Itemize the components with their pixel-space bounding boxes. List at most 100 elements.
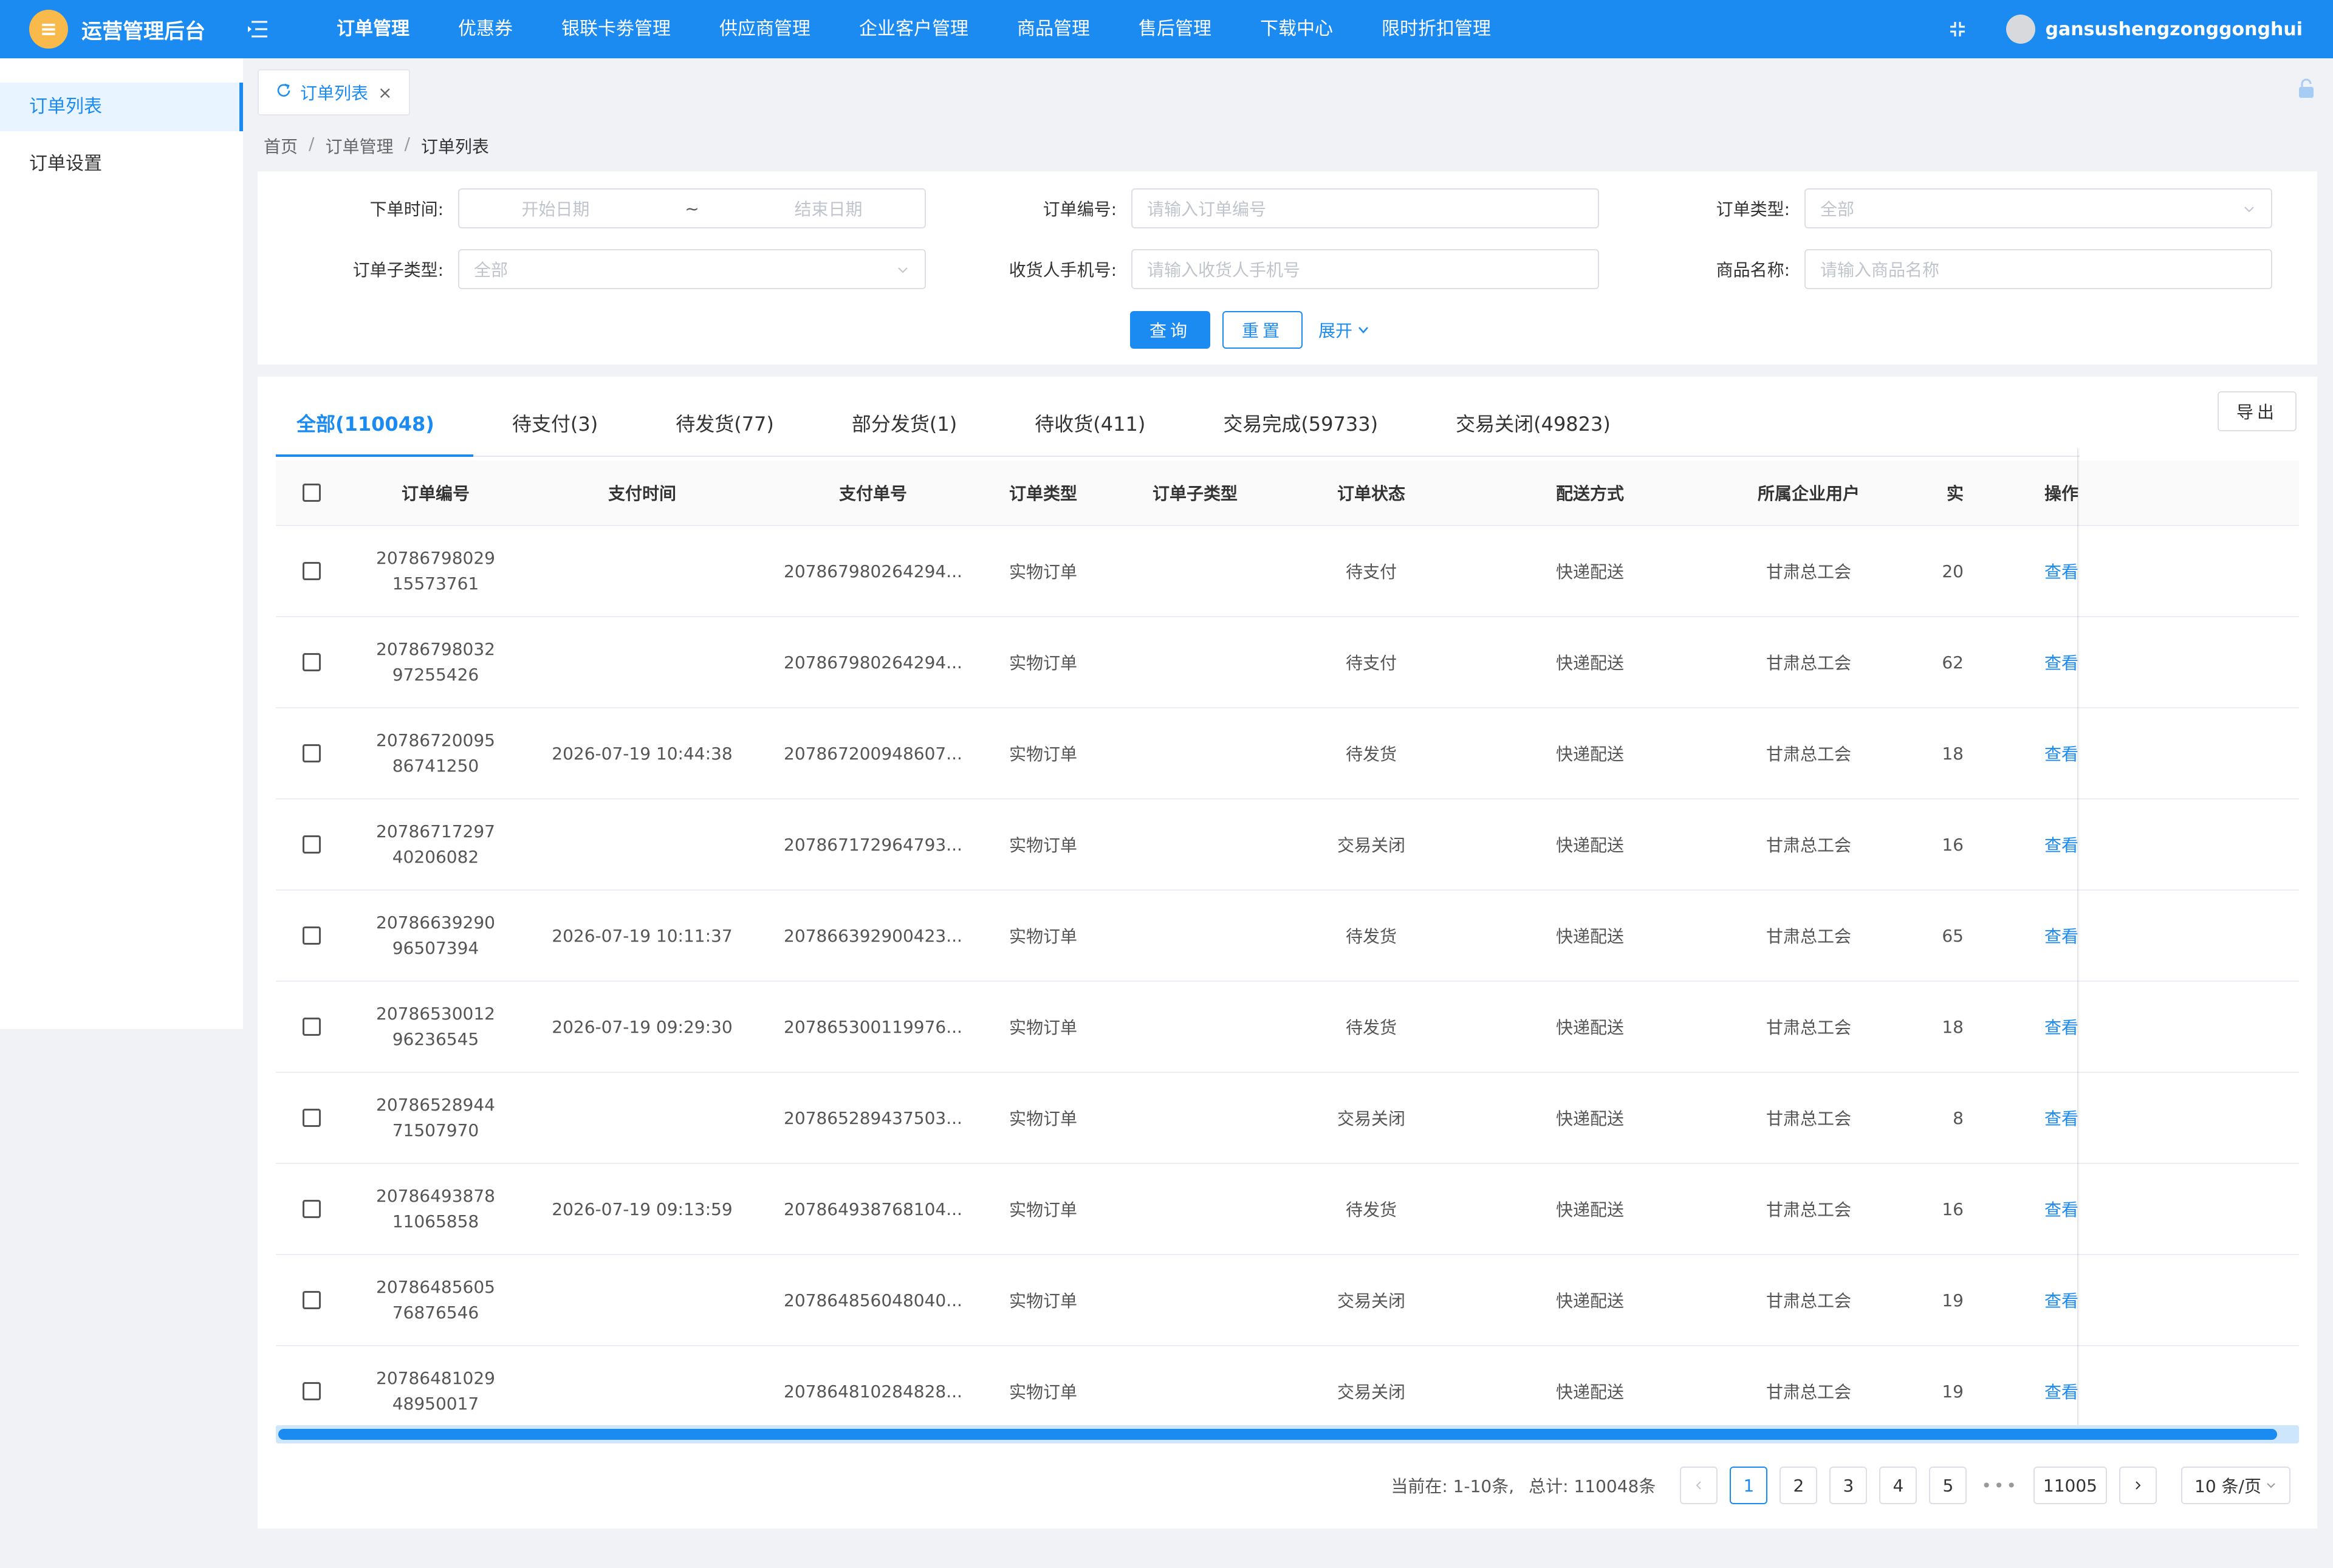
view-order-link[interactable]: 查看 [2044,835,2078,855]
expand-link[interactable]: 展开 [1318,318,1371,342]
header-operation: 操作 [2044,484,2078,504]
lock-icon[interactable] [2297,78,2321,102]
status-tab-4[interactable]: 待收货(411) [1035,392,1184,456]
row-checkbox[interactable] [303,653,321,671]
nav-item-6[interactable]: 售后管理 [1114,0,1236,58]
pay-time-cell: 2026-07-19 09:13:59 [552,1199,733,1219]
close-icon[interactable]: × [378,83,392,103]
row-checkbox[interactable] [303,835,321,854]
status-tab-0[interactable]: 全部(110048) [276,392,473,457]
fullscreen-icon[interactable] [1945,17,1970,41]
view-order-link[interactable]: 查看 [2044,926,2078,947]
app-title: 运营管理后台 [81,19,205,44]
avatar[interactable] [2006,15,2036,44]
header-company: 所属企业用户 [1757,484,1860,504]
row-checkbox[interactable] [303,744,321,762]
nav-item-4[interactable]: 企业客户管理 [835,0,993,58]
order-type-select[interactable]: 全部 [1804,188,2272,228]
view-order-link[interactable]: 查看 [2044,1018,2078,1038]
status-tab-1[interactable]: 待支付(3) [512,392,637,456]
row-checkbox[interactable] [303,1109,321,1127]
receiver-phone-input[interactable]: 请输入收货人手机号 [1131,249,1599,289]
row-checkbox[interactable] [303,1382,321,1400]
view-order-link[interactable]: 查看 [2044,1200,2078,1220]
nav-item-8[interactable]: 限时折扣管理 [1357,0,1515,58]
status-tab-2[interactable]: 待发货(77) [676,392,813,456]
table-row: 2078652894471507970 207865289437503... 实物订… [276,1073,2299,1164]
horizontal-scrollbar[interactable] [276,1425,2299,1443]
product-name-input[interactable]: 请输入商品名称 [1804,249,2272,289]
nav-item-7[interactable]: 下载中心 [1236,0,1357,58]
status-tab-5[interactable]: 交易完成(59733) [1223,392,1417,456]
row-checkbox-cell [276,1382,348,1400]
breadcrumb-order-mgmt[interactable]: 订单管理 [325,134,393,158]
pay-no-cell: 207867200948607... [784,743,962,764]
menu-toggle-icon[interactable] [245,17,270,41]
nav-item-1[interactable]: 优惠券 [434,0,537,58]
status-cell: 交易关闭 [1337,1291,1405,1311]
next-page-button[interactable] [2119,1467,2157,1504]
end-date-placeholder: 结束日期 [794,199,863,219]
page-button-5[interactable]: 5 [1929,1467,1967,1504]
order-type-cell: 实物订单 [1009,1200,1077,1220]
view-order-link[interactable]: 查看 [2044,1382,2078,1402]
company-cell: 甘肃总工会 [1766,744,1851,764]
operation-cell: 查看 [1964,1197,2159,1221]
row-checkbox[interactable] [303,1018,321,1036]
table-row: 2078648560576876546 207864856048040... 实物订… [276,1255,2299,1346]
row-checkbox[interactable] [303,562,321,580]
select-all-checkbox[interactable] [303,484,321,502]
sidebar-item-order-settings[interactable]: 订单设置 [0,140,243,188]
nav-item-2[interactable]: 银联卡劵管理 [537,0,695,58]
amount-cell: 16 [1942,834,1964,855]
view-order-link[interactable]: 查看 [2044,653,2078,673]
page-button-2[interactable]: 2 [1780,1467,1818,1504]
view-order-link[interactable]: 查看 [2044,562,2078,582]
delivery-cell: 快递配送 [1555,1200,1624,1220]
amount-cell: 20 [1942,561,1964,581]
amount-cell: 19 [1942,1381,1964,1402]
page-tab-label: 订单列表 [300,83,369,103]
row-checkbox[interactable] [303,926,321,945]
operation-cell: 查看 [1964,923,2159,948]
scrollbar-thumb[interactable] [278,1429,2277,1440]
more-pages-icon[interactable]: ••• [1981,1476,2019,1496]
username[interactable]: gansushengzonggonghui [2045,19,2303,40]
status-cell: 待发货 [1345,744,1397,764]
query-button[interactable]: 查询 [1130,311,1211,349]
order-date-range-picker[interactable]: 开始日期 ~ 结束日期 [458,188,926,228]
app-logo: ≡ [29,10,68,49]
chevron-left-icon [1696,1481,1702,1490]
row-checkbox[interactable] [303,1291,321,1309]
refresh-icon[interactable] [276,83,292,103]
order-subtype-select[interactable]: 全部 [458,249,926,289]
status-tab-6[interactable]: 交易关闭(49823) [1456,392,1650,456]
row-checkbox-cell [276,1200,348,1218]
view-order-link[interactable]: 查看 [2044,1109,2078,1129]
page-tab-order-list[interactable]: 订单列表 × [258,69,411,115]
pager-range-text: 当前在: 1-10条, [1391,1476,1515,1496]
header-order-type: 订单类型 [1009,484,1077,504]
export-button[interactable]: 导出 [2218,391,2297,431]
breadcrumb-home[interactable]: 首页 [264,134,298,158]
nav-item-5[interactable]: 商品管理 [993,0,1114,58]
amount-cell: 65 [1942,925,1964,946]
row-checkbox-cell [276,1291,348,1309]
sidebar-item-order-list[interactable]: 订单列表 [0,83,243,131]
order-no-input[interactable]: 请输入订单编号 [1131,188,1599,228]
prev-page-button[interactable] [1680,1467,1718,1504]
reset-button[interactable]: 重置 [1222,311,1303,349]
order-list-card: 全部(110048) 待支付(3) 待发货(77) 部分发货(1) 待收货(411) 交易… [258,377,2317,1529]
page-size-select[interactable]: 10 条/页 [2181,1467,2290,1504]
nav-item-3[interactable]: 供应商管理 [695,0,835,58]
page-button-4[interactable]: 4 [1879,1467,1917,1504]
row-checkbox[interactable] [303,1200,321,1218]
nav-item-0[interactable]: 订单管理 [312,0,434,58]
view-order-link[interactable]: 查看 [2044,744,2078,764]
view-order-link[interactable]: 查看 [2044,1291,2078,1311]
page-button-3[interactable]: 3 [1829,1467,1868,1504]
page-button-1[interactable]: 1 [1730,1467,1768,1504]
last-page-button[interactable]: 11005 [2033,1467,2107,1504]
amount-cell: 16 [1942,1199,1964,1219]
status-tab-3[interactable]: 部分发货(1) [852,392,996,456]
